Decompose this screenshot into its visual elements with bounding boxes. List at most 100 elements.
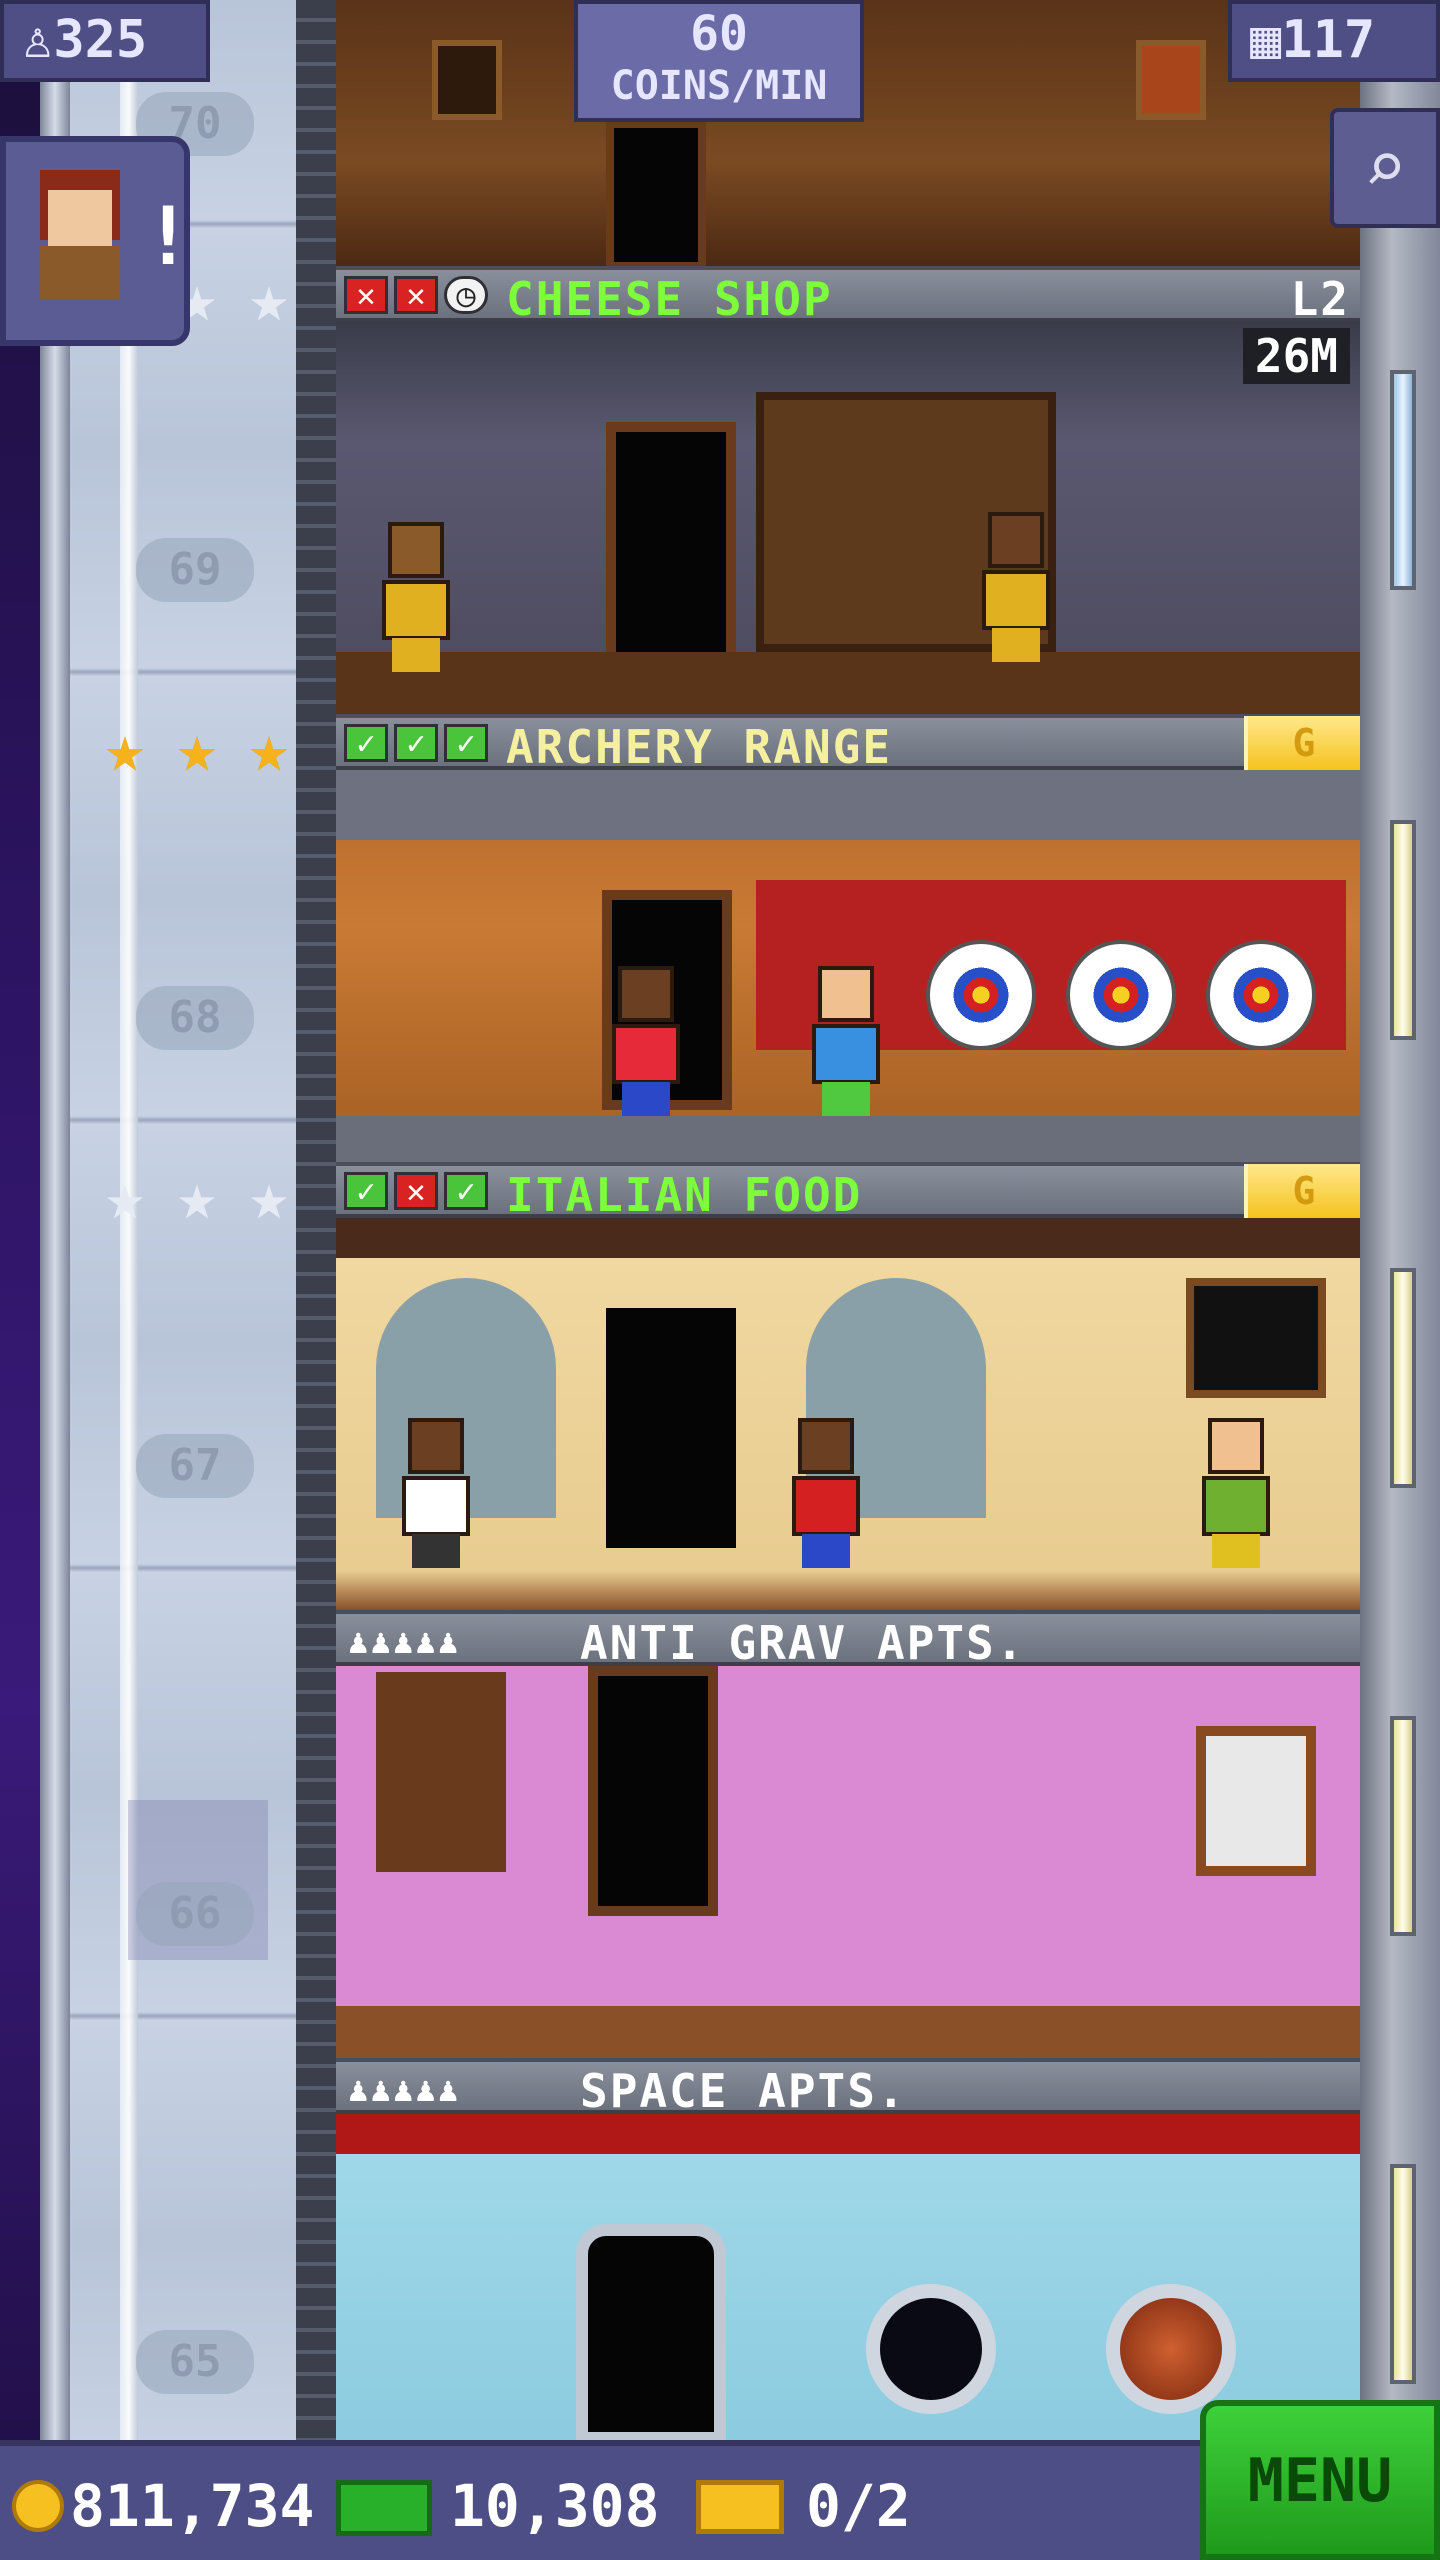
floor-number-67: 67 <box>136 1434 254 1498</box>
coins-rate-value: 60 <box>690 6 748 62</box>
stock-status-x-icon: ✕ <box>344 276 388 314</box>
star-icon: ★ <box>249 260 289 337</box>
gold-badge[interactable]: G <box>1244 1164 1360 1218</box>
menu-button[interactable]: MENU <box>1200 2400 1440 2560</box>
floor-name: ANTI GRAV APTS. <box>580 1616 1026 1670</box>
ceiling-lights <box>336 770 1360 840</box>
archery-target <box>1206 940 1316 1050</box>
floor-archery-range[interactable]: ✓ ✓ ✓ ARCHERY RANGE G <box>336 714 1360 1162</box>
bitizen[interactable] <box>606 966 686 1116</box>
floor-door <box>606 1308 736 1548</box>
floor-door <box>576 2224 726 2440</box>
floor-door <box>606 120 706 270</box>
floor-name: ITALIAN FOOD <box>506 1168 863 1222</box>
floor-interior <box>336 1666 1360 2058</box>
bux-balance: 10,308 <box>450 2472 660 2540</box>
apartment-floor <box>336 2006 1360 2058</box>
floor-rating-stars: ★ ★ ★ <box>92 716 302 786</box>
tower-window <box>1390 820 1416 1040</box>
stock-status-clock-icon: ◷ <box>444 276 488 314</box>
porthole-window <box>866 2284 996 2414</box>
bux-icon <box>336 2480 432 2536</box>
wall-painting <box>432 40 502 120</box>
star-icon: ★ <box>177 1158 217 1235</box>
porthole-window <box>1106 2284 1236 2414</box>
floors-value: 117 <box>1281 10 1376 70</box>
floor-name: SPACE APTS. <box>580 2064 907 2118</box>
floor-door <box>588 1666 718 1916</box>
archery-target <box>1066 940 1176 1050</box>
floor-cheese-shop[interactable]: ✕ ✕ ◷ CHEESE SHOP L2 26M <box>336 266 1360 714</box>
archery-target <box>926 940 1036 1050</box>
stock-status-x-icon: ✕ <box>394 276 438 314</box>
building-icon: ▦ <box>1250 10 1282 70</box>
resident-icons: ♟♟♟♟♟ <box>348 1622 461 1662</box>
stock-status-x-icon: ✕ <box>394 1172 438 1210</box>
floor-header <box>336 266 1360 322</box>
apartment-window <box>1196 1726 1316 1876</box>
bitizen[interactable] <box>786 1418 866 1568</box>
floor-number-65: 65 <box>136 2330 254 2394</box>
bitizen[interactable] <box>806 966 886 1116</box>
population-counter[interactable]: ♙325 <box>0 0 210 82</box>
stock-status-check-icon: ✓ <box>444 1172 488 1210</box>
resident-icons: ♟♟♟♟♟ <box>348 2070 461 2110</box>
bitizen-portrait <box>32 170 128 300</box>
floor-interior <box>336 2114 1360 2440</box>
star-icon: ★ <box>105 1158 145 1235</box>
coins-balance: 811,734 <box>70 2472 315 2540</box>
floor-anti-grav-apts[interactable]: ♟♟♟♟♟ ANTI GRAV APTS. <box>336 1610 1360 2058</box>
tickets-balance: 0/2 <box>806 2472 911 2540</box>
gold-badge[interactable]: G <box>1244 716 1360 770</box>
stock-status-check-icon: ✓ <box>344 724 388 762</box>
coin-icon <box>12 2480 64 2532</box>
coins-rate-unit: COINS/MIN <box>610 63 828 109</box>
population-value: 325 <box>53 10 148 70</box>
tower-window <box>1390 1716 1416 1936</box>
stock-status-check-icon: ✓ <box>344 1172 388 1210</box>
floor-interior: 26M <box>336 322 1360 714</box>
elevator-rail-left <box>40 0 70 2440</box>
bookshelf <box>376 1672 506 1872</box>
person-icon: ♙ <box>22 10 54 70</box>
tower-window <box>1390 370 1416 590</box>
floor-name: ARCHERY RANGE <box>506 720 893 774</box>
menu-chalkboard <box>1186 1278 1326 1398</box>
bitizen[interactable] <box>1196 1418 1276 1568</box>
stock-status-check-icon: ✓ <box>394 724 438 762</box>
elevator-rail-right <box>296 0 336 2440</box>
tower-right-wall <box>1360 0 1440 2440</box>
range-floor <box>336 1116 1360 1162</box>
restock-timer: 26M <box>1242 328 1350 384</box>
star-icon: ★ <box>177 710 217 787</box>
wall-painting <box>1136 40 1206 120</box>
shopkeeper[interactable] <box>376 522 456 672</box>
floor-door <box>606 422 736 662</box>
magnifier-icon: ⌕ <box>1363 125 1407 209</box>
floor-space-apts[interactable]: ♟♟♟♟♟ SPACE APTS. <box>336 2058 1360 2440</box>
shop-floor <box>336 652 1360 714</box>
star-icon: ★ <box>105 710 145 787</box>
stock-status-check-icon: ✓ <box>444 724 488 762</box>
floor-number-66: 66 <box>136 1882 254 1946</box>
tower-window <box>1390 2164 1416 2384</box>
star-icon: ★ <box>249 710 289 787</box>
mission-button[interactable]: ! <box>0 136 193 346</box>
floor-name: CHEESE SHOP <box>506 272 833 326</box>
floor-number-68: 68 <box>136 986 254 1050</box>
floor-interior <box>336 770 1360 1162</box>
floor-interior <box>336 1218 1360 1610</box>
floor-level: L2 <box>1290 272 1350 326</box>
coins-per-minute-display: 60 COINS/MIN <box>574 0 864 122</box>
search-button[interactable]: ⌕ <box>1330 108 1440 228</box>
tower-window <box>1390 1268 1416 1488</box>
star-icon: ★ <box>249 1158 289 1235</box>
floor-rating-stars: ★ ★ ★ <box>92 1164 302 1234</box>
floor-italian-food[interactable]: ✓ ✕ ✓ ITALIAN FOOD G <box>336 1162 1360 1610</box>
chef[interactable] <box>396 1418 476 1568</box>
mission-alert-icon: ! <box>144 190 193 283</box>
floors-counter[interactable]: ▦117 <box>1228 0 1440 82</box>
shopkeeper[interactable] <box>976 512 1056 662</box>
ticket-icon <box>696 2480 784 2534</box>
floor-number-69: 69 <box>136 538 254 602</box>
